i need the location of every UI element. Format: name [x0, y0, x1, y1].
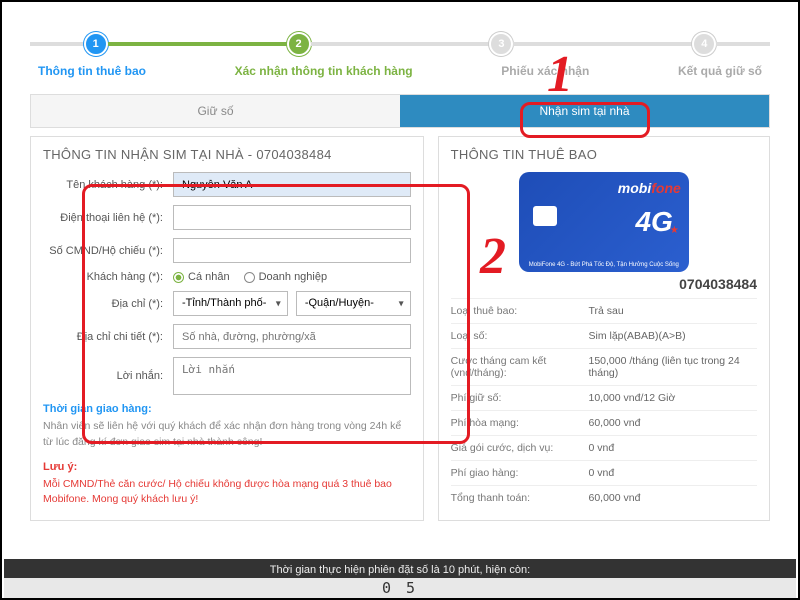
city-select[interactable]: -Tỉnh/Thành phố- [173, 291, 288, 316]
countdown-text: Thời gian thực hiện phiên đặt số là 10 p… [4, 564, 796, 576]
sim-card-image: mobifone 4G ★ MobiFone 4G - Bứt Phá Tốc … [519, 172, 689, 272]
step-1-circle: 1 [84, 32, 108, 56]
address-label: Địa chỉ (*): [43, 298, 163, 310]
progress-stepper: 1 2 3 4 [30, 32, 770, 56]
step-2-label: Xác nhận thông tin khách hàng [235, 64, 413, 78]
step-3-circle: 3 [489, 32, 513, 56]
step-1-label: Thông tin thuê bao [38, 64, 146, 78]
step-labels: Thông tin thuê bao Xác nhận thông tin kh… [30, 64, 770, 78]
note-text: Mỗi CMND/Thẻ căn cước/ Hộ chiếu không đư… [43, 477, 411, 509]
sim-chip-icon [533, 206, 557, 226]
subscriber-title: THÔNG TIN THUÊ BAO [451, 147, 757, 162]
countdown-bar: Thời gian thực hiện phiên đặt số là 10 p… [4, 559, 796, 598]
sim-4g-label: 4G [635, 206, 672, 238]
step-4-circle: 4 [692, 32, 716, 56]
form-panel: THÔNG TIN NHẬN SIM TẠI NHÀ - 0704038484 … [30, 136, 424, 521]
radio-business[interactable]: Doanh nghiệp [244, 271, 328, 283]
delivery-time-text: Nhân viên sẽ liên hệ với quý khách để xá… [43, 419, 411, 451]
message-input[interactable] [173, 357, 411, 395]
id-number-label: Số CMND/Hộ chiếu (*): [43, 245, 163, 257]
radio-icon [244, 272, 255, 283]
form-title: THÔNG TIN NHẬN SIM TẠI NHÀ - 0704038484 [43, 147, 411, 162]
district-select[interactable]: -Quận/Huyện- [296, 291, 411, 316]
step-2-circle: 2 [287, 32, 311, 56]
step-3-label: Phiếu xác nhận [501, 64, 589, 78]
tab-hold-number[interactable]: Giữ số [31, 95, 400, 127]
subscriber-panel: THÔNG TIN THUÊ BAO mobifone 4G ★ MobiFon… [438, 136, 770, 521]
step-4-label: Kết quả giữ số [678, 64, 762, 78]
id-number-input[interactable] [173, 238, 411, 263]
radio-icon [173, 272, 184, 283]
customer-name-label: Tên khách hàng (*): [43, 179, 163, 191]
radio-personal[interactable]: Cá nhân [173, 271, 230, 283]
customer-name-input[interactable] [173, 172, 411, 197]
contact-phone-label: Điện thoại liên hệ (*): [43, 212, 163, 224]
tab-receive-sim[interactable]: Nhận sim tại nhà [400, 95, 769, 127]
phone-number: 0704038484 [451, 276, 757, 292]
detail-address-input[interactable] [173, 324, 411, 349]
customer-type-label: Khách hàng (*): [43, 271, 163, 283]
message-label: Lời nhắn: [43, 370, 163, 382]
delivery-time-heading: Thời gian giao hàng: [43, 403, 411, 415]
countdown-timer: 0 5 [4, 578, 796, 598]
detail-address-label: Địa chỉ chi tiết (*): [43, 331, 163, 343]
note-heading: Lưu ý: [43, 461, 411, 473]
contact-phone-input[interactable] [173, 205, 411, 230]
